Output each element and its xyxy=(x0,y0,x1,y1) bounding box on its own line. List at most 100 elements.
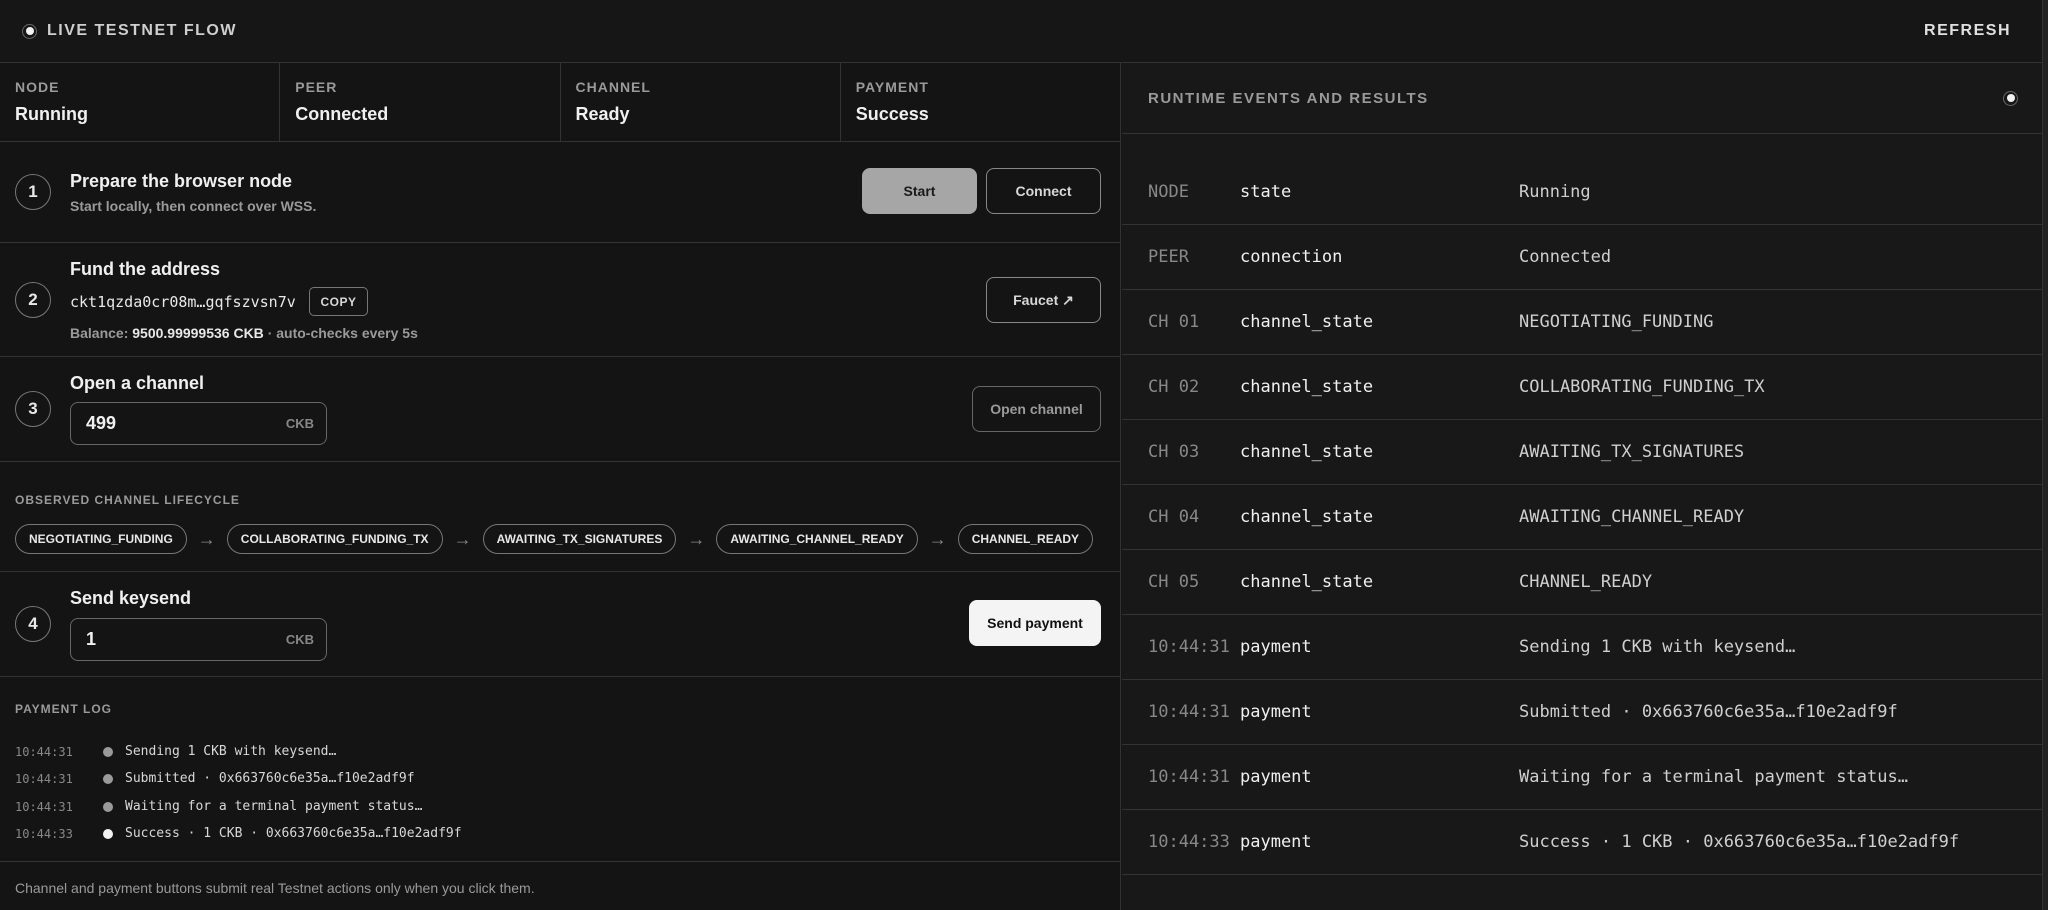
lifecycle-state-pill: CHANNEL_READY xyxy=(957,524,1094,554)
send-payment-button[interactable]: Send payment xyxy=(969,600,1101,646)
event-value: NEGOTIATING_FUNDING xyxy=(1519,312,1714,332)
status-dot-icon xyxy=(103,746,113,757)
refresh-button[interactable]: REFRESH xyxy=(1924,22,2011,40)
event-key: channel_state xyxy=(1240,377,1374,397)
faucet-button[interactable]: Faucet ↗ xyxy=(986,277,1101,323)
event-row: CH 04 channel_state AWAITING_CHANNEL_READY xyxy=(1122,485,2042,550)
step-title: Prepare the browser node xyxy=(70,171,293,191)
payment-amount-value: 1 xyxy=(86,629,97,649)
event-row: 10:44:31 payment Sending 1 CKB with keysen… xyxy=(1122,615,2042,680)
live-indicator-icon xyxy=(2003,90,2018,106)
step-number: 3 xyxy=(15,391,51,427)
lifecycle-state-pill: AWAITING_CHANNEL_READY xyxy=(716,524,918,554)
event-value: AWAITING_CHANNEL_READY xyxy=(1519,507,1745,527)
event-value: Submitted · 0x663760c6e35a…f10e2adf9f xyxy=(1519,702,1898,722)
step-number: 4 xyxy=(15,606,51,642)
log-message: Submitted · 0x663760c6e35a…f10e2adf9f xyxy=(125,771,415,786)
step-title: Open a channel xyxy=(70,373,205,393)
lifecycle-state-pill: NEGOTIATING_FUNDING xyxy=(15,524,187,554)
arrow-right-icon: → xyxy=(928,528,947,549)
event-source: 10:44:31 xyxy=(1148,767,1230,787)
event-source: NODE xyxy=(1148,182,1189,202)
payment-amount-unit: CKB xyxy=(285,632,314,647)
arrow-right-icon: → xyxy=(197,528,216,549)
top-bar-title-group: LIVE TESTNET FLOW xyxy=(22,22,237,40)
channel-amount-input[interactable]: 499 CKB xyxy=(70,402,327,445)
footer-note: Channel and payment buttons submit real … xyxy=(0,861,1120,910)
step-number: 2 xyxy=(15,282,51,318)
event-value: COLLABORATING_FUNDING_TX xyxy=(1519,377,1765,397)
step-subtitle: Start locally, then connect over WSS. xyxy=(70,198,317,214)
flow-panel: NODE Running PEER Connected CHANNEL Read… xyxy=(0,63,1121,910)
status-node: NODE Running xyxy=(0,63,281,141)
status-label: CHANNEL xyxy=(575,79,651,95)
log-time: 10:44:31 xyxy=(15,799,73,814)
start-button[interactable]: Start xyxy=(862,168,977,214)
event-row: 10:44:31 payment Submitted · 0x663760c6e35… xyxy=(1122,680,2042,745)
event-row: CH 01 channel_state NEGOTIATING_FUNDING xyxy=(1122,290,2042,355)
status-label: PAYMENT xyxy=(855,79,929,95)
events-header: RUNTIME EVENTS AND RESULTS xyxy=(1122,63,2042,134)
event-key: channel_state xyxy=(1240,572,1374,592)
balance-suffix: · auto-checks every 5s xyxy=(267,325,418,341)
scrollbar[interactable] xyxy=(2042,0,2048,910)
event-value: Running xyxy=(1519,182,1591,202)
balance-value: 9500.99999536 CKB xyxy=(132,325,264,341)
status-channel: CHANNEL Ready xyxy=(561,63,841,141)
connect-button[interactable]: Connect xyxy=(986,168,1101,214)
event-key: channel_state xyxy=(1240,312,1374,332)
live-indicator-icon xyxy=(22,23,37,39)
copy-address-button[interactable]: COPY xyxy=(309,287,368,316)
funding-address: ckt1qzda0cr08m…gqfszvsn7v xyxy=(70,293,296,311)
event-key: channel_state xyxy=(1240,442,1374,462)
event-value: CHANNEL_READY xyxy=(1519,572,1653,592)
step-send-keysend: 4 Send keysend 1 CKB Send payment xyxy=(0,572,1120,677)
event-key: connection xyxy=(1240,247,1343,267)
event-value: Success · 1 CKB · 0x663760c6e35a…f10e2ad… xyxy=(1519,832,1960,852)
event-source: 10:44:31 xyxy=(1148,637,1230,657)
event-key: payment xyxy=(1240,767,1312,787)
status-row: NODE Running PEER Connected CHANNEL Read… xyxy=(0,63,1120,142)
event-source: 10:44:31 xyxy=(1148,702,1230,722)
event-source: 10:44:33 xyxy=(1148,832,1230,852)
log-time: 10:44:31 xyxy=(15,771,73,786)
status-dot-icon xyxy=(103,801,113,812)
arrow-right-icon: → xyxy=(453,528,472,549)
event-source: CH 05 xyxy=(1148,572,1200,592)
log-message: Waiting for a terminal payment status… xyxy=(125,799,423,814)
event-row: CH 03 channel_state AWAITING_TX_SIGNATURES xyxy=(1122,420,2042,485)
log-message: Sending 1 CKB with keysend… xyxy=(125,744,337,759)
lifecycle-state-pill: AWAITING_TX_SIGNATURES xyxy=(482,524,677,554)
step-prepare-node: 1 Prepare the browser node Start locally… xyxy=(0,142,1120,243)
channel-lifecycle: OBSERVED CHANNEL LIFECYCLE NEGOTIATING_F… xyxy=(0,462,1120,572)
payment-log-label: PAYMENT LOG xyxy=(15,702,113,716)
event-value: Sending 1 CKB with keysend… xyxy=(1519,637,1796,657)
event-row: 10:44:33 payment Success · 1 CKB · 0x66376… xyxy=(1122,810,2042,875)
events-table: NODE state Running PEER connection Connected… xyxy=(1122,160,2042,875)
status-value: Running xyxy=(15,104,88,124)
status-dot-icon xyxy=(103,773,113,784)
events-title: RUNTIME EVENTS AND RESULTS xyxy=(1148,89,1429,107)
event-source: CH 03 xyxy=(1148,442,1200,462)
log-entry: 10:44:31 Waiting for a terminal payment … xyxy=(15,799,422,814)
event-row: PEER connection Connected xyxy=(1122,225,2042,290)
step-number: 1 xyxy=(15,174,51,210)
log-message: Success · 1 CKB · 0x663760c6e35a…f10e2ad… xyxy=(125,826,462,841)
status-dot-icon xyxy=(103,828,113,839)
step-fund-address: 2 Fund the address ckt1qzda0cr08m…gqfszv… xyxy=(0,243,1120,357)
status-label: NODE xyxy=(15,79,60,95)
event-source: CH 02 xyxy=(1148,377,1200,397)
event-key: payment xyxy=(1240,832,1312,852)
status-value: Connected xyxy=(295,104,389,124)
balance-prefix: Balance: xyxy=(70,325,129,341)
open-channel-button[interactable]: Open channel xyxy=(972,386,1101,432)
step-title: Send keysend xyxy=(70,588,192,608)
page-title: LIVE TESTNET FLOW xyxy=(47,22,237,39)
event-key: state xyxy=(1240,182,1292,202)
step-open-channel: 3 Open a channel 499 CKB Open channel xyxy=(0,357,1120,462)
event-key: channel_state xyxy=(1240,507,1374,527)
log-entry: 10:44:31 Sending 1 CKB with keysend… xyxy=(15,744,336,759)
log-time: 10:44:33 xyxy=(15,826,73,841)
event-row: CH 02 channel_state COLLABORATING_FUNDING_… xyxy=(1122,355,2042,420)
payment-amount-input[interactable]: 1 CKB xyxy=(70,618,327,661)
